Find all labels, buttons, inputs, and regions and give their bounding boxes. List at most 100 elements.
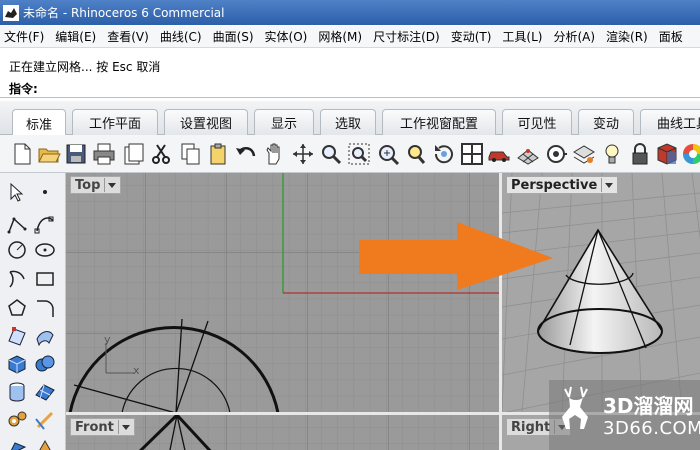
- zoom-icon[interactable]: [319, 142, 343, 166]
- tab-select[interactable]: 选取: [320, 109, 376, 135]
- menu-tools[interactable]: 工具(L): [502, 28, 542, 45]
- menu-render[interactable]: 渲染(R): [606, 28, 648, 45]
- viewport-top-tab[interactable]: Top: [70, 176, 122, 194]
- cut-icon[interactable]: [149, 142, 173, 166]
- color-wheel-icon[interactable]: [681, 142, 700, 166]
- menu-surface[interactable]: 曲面(S): [213, 28, 254, 45]
- layer-icon[interactable]: [572, 142, 596, 166]
- boolean-union-icon[interactable]: [34, 353, 56, 375]
- watermark-url: 3D66.COM: [603, 418, 700, 439]
- menu-analyze[interactable]: 分析(A): [553, 28, 595, 45]
- box-icon[interactable]: [6, 353, 28, 375]
- menu-file[interactable]: 文件(F): [4, 28, 44, 45]
- analyze-icon[interactable]: [6, 435, 28, 450]
- viewport-front[interactable]: Front: [66, 415, 500, 450]
- undo-icon[interactable]: [234, 142, 258, 166]
- rhino-logo-icon: [3, 4, 19, 21]
- viewport-splitter-vertical[interactable]: [499, 173, 502, 450]
- chevron-down-icon[interactable]: [117, 420, 130, 434]
- perspective-scene: [502, 173, 700, 413]
- point-icon[interactable]: [34, 181, 56, 203]
- dimension-icon[interactable]: [34, 409, 56, 431]
- tab-viewport-layout[interactable]: 工作视窗配置: [382, 109, 496, 135]
- mesh-icon[interactable]: [516, 142, 540, 166]
- cplane-y-label: y: [104, 333, 111, 346]
- menu-dimension[interactable]: 尺寸标注(D): [373, 28, 440, 45]
- open-icon[interactable]: [37, 142, 61, 166]
- chevron-down-icon[interactable]: [104, 178, 117, 192]
- command-history: 正在建立网格... 按 Esc 取消: [9, 60, 161, 74]
- menu-edit[interactable]: 编辑(E): [55, 28, 96, 45]
- viewport-front-tab[interactable]: Front: [70, 418, 135, 436]
- annotation-arrow-icon: [359, 222, 553, 290]
- tab-curve-tools[interactable]: 曲线工具: [640, 109, 700, 135]
- deer-logo-icon: [562, 386, 588, 429]
- rotate-icon[interactable]: [432, 142, 456, 166]
- viewport-top[interactable]: y x Top: [66, 173, 500, 413]
- zoom-selected-icon[interactable]: [404, 142, 428, 166]
- menu-view[interactable]: 查看(V): [107, 28, 149, 45]
- paste-icon[interactable]: [206, 142, 230, 166]
- ellipse-icon[interactable]: [34, 239, 56, 261]
- chevron-down-icon[interactable]: [601, 178, 614, 192]
- command-prompt[interactable]: 指令:: [9, 80, 38, 97]
- viewport-perspective-label: Perspective: [511, 177, 598, 193]
- tab-standard[interactable]: 标准: [12, 109, 66, 136]
- polygon-icon[interactable]: [6, 297, 28, 319]
- target-icon[interactable]: [544, 142, 568, 166]
- rotate-view-icon[interactable]: [291, 142, 315, 166]
- tab-display[interactable]: 显示: [254, 109, 314, 135]
- import-icon[interactable]: [121, 142, 145, 166]
- viewport-perspective-tab[interactable]: Perspective: [506, 176, 619, 194]
- copy-icon[interactable]: [178, 142, 202, 166]
- menu-transform[interactable]: 变动(T): [451, 28, 492, 45]
- curve-control-points-icon[interactable]: [34, 213, 56, 235]
- menu-solid[interactable]: 实体(O): [265, 28, 308, 45]
- window-title: 未命名 - Rhinoceros 6 Commercial: [23, 6, 225, 20]
- viewport-perspective[interactable]: Perspective: [502, 173, 700, 413]
- title-bar: 未命名 - Rhinoceros 6 Commercial: [0, 0, 700, 25]
- car-icon[interactable]: [487, 142, 511, 166]
- circle-icon[interactable]: [6, 239, 28, 261]
- menu-bar: 文件(F) 编辑(E) 查看(V) 曲线(C) 曲面(S) 实体(O) 网格(M…: [0, 26, 700, 48]
- tab-set-view[interactable]: 设置视图: [164, 109, 248, 135]
- menu-curve[interactable]: 曲线(C): [160, 28, 202, 45]
- viewport-front-label: Front: [75, 419, 114, 435]
- arc-icon[interactable]: [6, 268, 28, 290]
- viewport-right-label: Right: [511, 419, 551, 435]
- polyline-icon[interactable]: [6, 213, 28, 235]
- lock-icon[interactable]: [628, 142, 652, 166]
- tab-cplanes[interactable]: 工作平面: [72, 109, 158, 135]
- new-icon[interactable]: [10, 142, 34, 166]
- menu-panels[interactable]: 面板: [659, 28, 683, 45]
- rectangle-icon[interactable]: [34, 268, 56, 290]
- print-icon[interactable]: [92, 142, 116, 166]
- surface-points-icon[interactable]: [6, 325, 28, 347]
- viewport-top-label: Top: [75, 177, 101, 193]
- four-viewports-icon[interactable]: [460, 142, 484, 166]
- toolbar-tabs: 标准 工作平面 设置视图 显示 选取 工作视窗配置 可见性 变动 曲线工具: [0, 101, 700, 136]
- light-icon[interactable]: [600, 142, 624, 166]
- watermark-brand: 3D溜溜网: [603, 394, 694, 418]
- watermark: 3D溜溜网 3D66.COM: [549, 380, 700, 450]
- zoom-extents-icon[interactable]: [376, 142, 400, 166]
- tab-visibility[interactable]: 可见性: [502, 109, 572, 135]
- render-icon[interactable]: [34, 435, 56, 450]
- cplane-x-label: x: [133, 364, 140, 377]
- select-arrow-icon[interactable]: [6, 181, 28, 203]
- material-icon[interactable]: [655, 142, 679, 166]
- sidebar-toolbar: [0, 173, 66, 450]
- cylinder-icon[interactable]: [6, 381, 28, 403]
- menu-mesh[interactable]: 网格(M): [318, 28, 362, 45]
- command-area: 正在建立网格... 按 Esc 取消 指令:: [0, 48, 700, 98]
- save-icon[interactable]: [64, 142, 88, 166]
- standard-toolbar: [0, 135, 700, 173]
- pan-icon[interactable]: [262, 142, 286, 166]
- top-grid: [66, 173, 500, 413]
- extrude-surface-icon[interactable]: [34, 325, 56, 347]
- zoom-window-icon[interactable]: [347, 142, 371, 166]
- tab-transform[interactable]: 变动: [578, 109, 634, 135]
- transform-gear-icon[interactable]: [6, 409, 28, 431]
- fillet-curve-icon[interactable]: [34, 297, 56, 319]
- mesh-plane-icon[interactable]: [34, 381, 56, 403]
